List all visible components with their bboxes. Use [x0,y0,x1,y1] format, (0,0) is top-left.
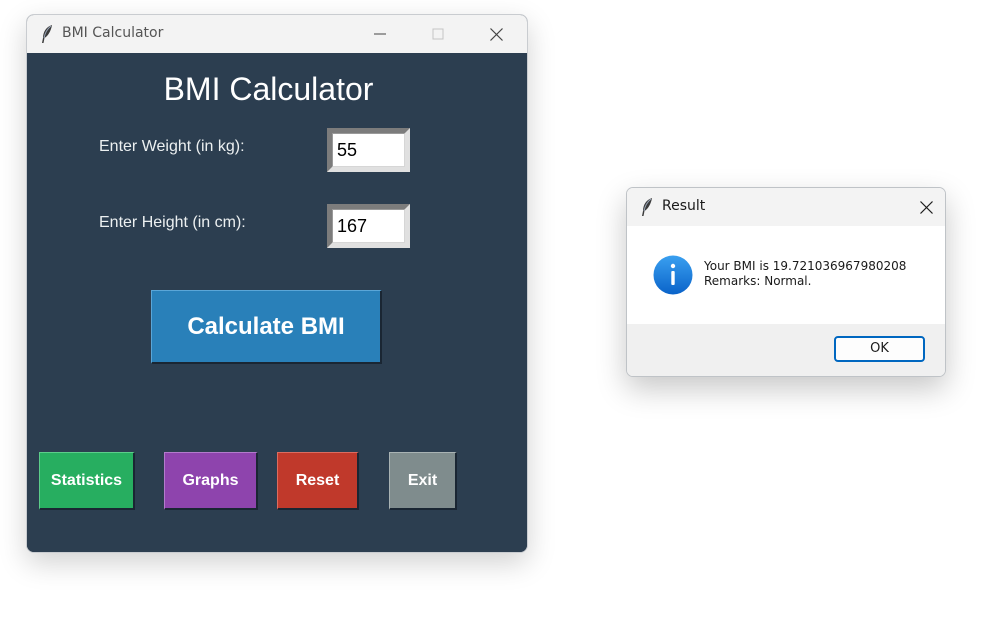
maximize-button[interactable] [409,15,467,53]
maximize-icon [432,28,444,40]
height-field-frame [327,204,410,248]
weight-label: Enter Weight (in kg): [99,138,245,155]
close-button[interactable] [467,15,525,53]
result-dialog: Result Your BMI is 19.721036967980208 Re… [626,187,946,377]
bmi-result-text: Your BMI is 19.721036967980208 [704,259,907,273]
feather-icon [42,25,52,43]
calculate-bmi-button[interactable]: Calculate BMI [151,290,382,364]
reset-button[interactable]: Reset [277,452,359,510]
info-icon [653,255,693,295]
close-icon [490,28,503,41]
remarks-text: Remarks: Normal. [704,274,812,288]
dialog-title: Result [662,198,706,214]
main-titlebar[interactable]: BMI Calculator [27,15,527,53]
weight-field-frame [327,128,410,172]
dialog-close-button[interactable] [907,188,945,226]
main-client-area: BMI Calculator Enter Weight (in kg): Ent… [27,53,527,552]
ok-button[interactable]: OK [834,336,925,362]
height-input[interactable] [332,209,405,243]
dialog-footer: OK [627,324,945,376]
dialog-body: Your BMI is 19.721036967980208 Remarks: … [627,226,945,324]
page-title: BMI Calculator [163,71,374,107]
minimize-icon [374,33,386,35]
statistics-button[interactable]: Statistics [39,452,135,510]
weight-input[interactable] [332,133,405,167]
height-label: Enter Height (in cm): [99,214,246,231]
feather-icon [642,198,652,216]
graphs-button[interactable]: Graphs [164,452,258,510]
exit-button[interactable]: Exit [389,452,457,510]
dialog-titlebar[interactable]: Result [627,188,945,226]
bmi-calculator-window: BMI Calculator BMI Calculator Enter Weig… [26,14,528,553]
close-icon [920,201,933,214]
minimize-button[interactable] [351,15,409,53]
window-title: BMI Calculator [62,25,164,41]
